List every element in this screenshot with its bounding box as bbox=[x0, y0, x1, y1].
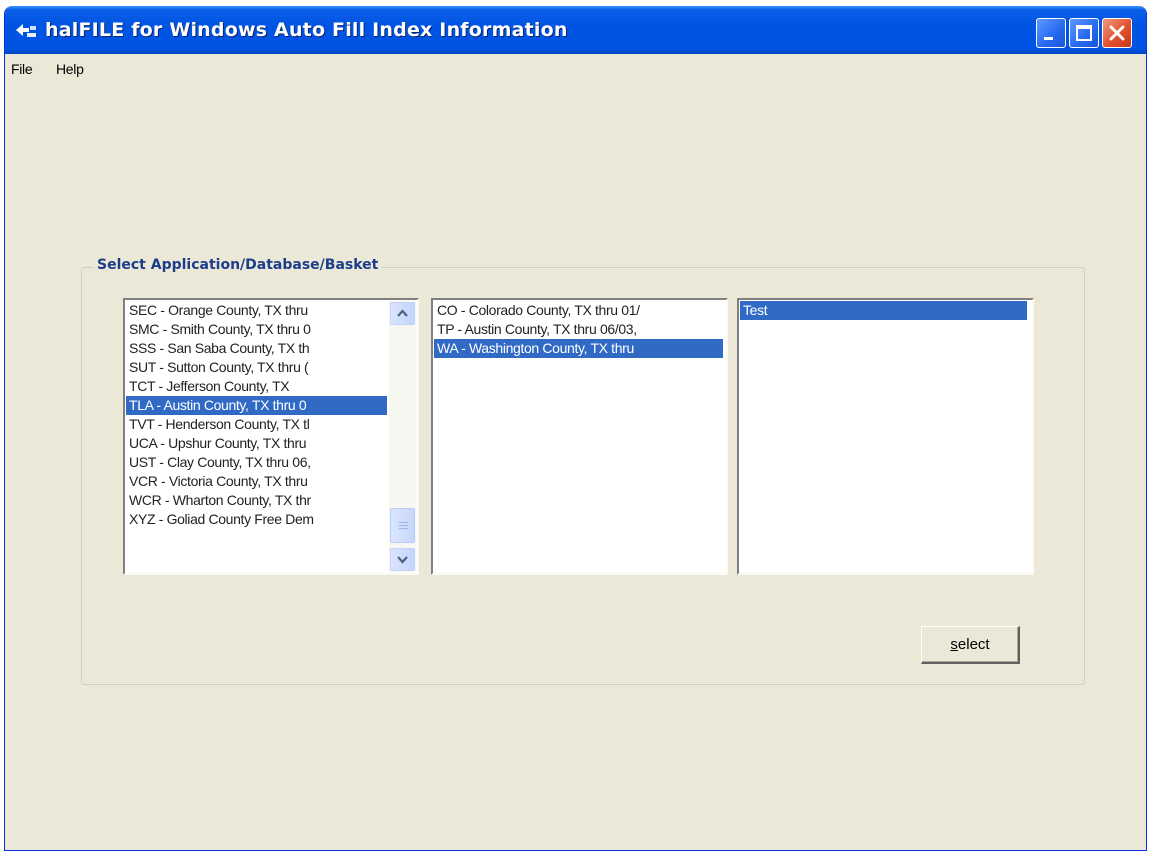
list-item[interactable]: TVT - Henderson County, TX tl bbox=[126, 415, 387, 434]
list-item[interactable]: SUT - Sutton County, TX thru ( bbox=[126, 358, 387, 377]
thumb-grip bbox=[399, 528, 408, 529]
list-item-selected[interactable]: WA - Washington County, TX thru bbox=[434, 339, 723, 358]
basket-list: Test bbox=[740, 301, 1027, 320]
close-icon bbox=[1109, 25, 1125, 41]
chevron-down-icon bbox=[397, 556, 408, 564]
maximize-button[interactable] bbox=[1069, 18, 1099, 48]
database-list: CO - Colorado County, TX thru 01/ TP - A… bbox=[434, 301, 723, 358]
list-item-selected[interactable]: TLA - Austin County, TX thru 0 bbox=[126, 396, 387, 415]
window-title: halFILE for Windows Auto Fill Index Info… bbox=[45, 19, 568, 41]
thumb-grip bbox=[399, 525, 408, 526]
list-item[interactable]: CO - Colorado County, TX thru 01/ bbox=[434, 301, 723, 320]
scroll-thumb[interactable] bbox=[390, 508, 415, 543]
list-item[interactable]: SSS - San Saba County, TX th bbox=[126, 339, 387, 358]
application-scrollbar[interactable] bbox=[389, 301, 416, 572]
basket-listbox[interactable]: Test bbox=[737, 298, 1034, 575]
list-item[interactable]: TCT - Jefferson County, TX bbox=[126, 377, 387, 396]
list-item[interactable]: UCA - Upshur County, TX thru bbox=[126, 434, 387, 453]
chevron-up-icon bbox=[397, 309, 408, 317]
minimize-icon bbox=[1044, 37, 1053, 40]
maximize-icon bbox=[1076, 25, 1092, 41]
scroll-down-button[interactable] bbox=[390, 548, 415, 571]
database-listbox[interactable]: CO - Colorado County, TX thru 01/ TP - A… bbox=[431, 298, 728, 575]
select-mnemonic: s bbox=[950, 636, 958, 653]
menu-file[interactable]: File bbox=[11, 61, 33, 77]
list-item[interactable]: SMC - Smith County, TX thru 0 bbox=[126, 320, 387, 339]
halfile-app-icon[interactable] bbox=[14, 21, 38, 39]
app-window: halFILE for Windows Auto Fill Index Info… bbox=[4, 6, 1147, 851]
list-item[interactable]: VCR - Victoria County, TX thru bbox=[126, 472, 387, 491]
application-listbox[interactable]: SEC - Orange County, TX thru SMC - Smith… bbox=[123, 298, 419, 575]
list-item[interactable]: TP - Austin County, TX thru 06/03, bbox=[434, 320, 723, 339]
select-label: elect bbox=[957, 636, 990, 653]
list-item[interactable]: WCR - Wharton County, TX thr bbox=[126, 491, 387, 510]
list-item[interactable]: SEC - Orange County, TX thru bbox=[126, 301, 387, 320]
application-list: SEC - Orange County, TX thru SMC - Smith… bbox=[126, 301, 387, 529]
title-bar[interactable]: halFILE for Windows Auto Fill Index Info… bbox=[5, 6, 1146, 54]
list-item-selected[interactable]: Test bbox=[740, 301, 1027, 320]
list-item[interactable]: XYZ - Goliad County Free Dem bbox=[126, 510, 387, 529]
close-button[interactable] bbox=[1102, 18, 1132, 48]
list-item[interactable]: UST - Clay County, TX thru 06, bbox=[126, 453, 387, 472]
thumb-grip bbox=[399, 522, 408, 523]
minimize-button[interactable] bbox=[1036, 18, 1066, 48]
groupbox-label: Select Application/Database/Basket bbox=[93, 257, 383, 273]
menu-help[interactable]: Help bbox=[56, 61, 84, 77]
menu-bar: File Help bbox=[5, 54, 1146, 80]
select-button[interactable]: select bbox=[921, 626, 1020, 664]
scroll-up-button[interactable] bbox=[390, 302, 415, 325]
